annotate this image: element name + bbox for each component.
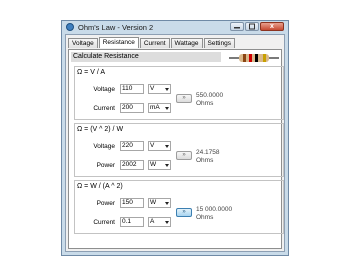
current-unit-value: mA (150, 104, 160, 111)
close-icon: x (270, 23, 274, 30)
result-value: 24.1758 (196, 149, 220, 156)
voltage-input[interactable]: 110 (120, 84, 144, 94)
resistor-icon (229, 54, 279, 62)
power-label: Power (96, 162, 115, 169)
resistor-band (249, 54, 252, 62)
chevron-down-icon (165, 88, 169, 91)
chevron-down-icon (165, 202, 169, 205)
chevron-down-icon (165, 107, 169, 110)
title-bar[interactable]: Ohm's Law - Version 2 x (62, 21, 288, 34)
current-input[interactable]: 200 (120, 103, 144, 113)
chevron-down-icon (165, 221, 169, 224)
tab-voltage[interactable]: Voltage (68, 38, 98, 48)
formula-label: Ω = W / (A ^ 2) (77, 183, 123, 190)
resistor-band (255, 54, 258, 62)
section-header-label: Calculate Resistance (73, 53, 139, 60)
app-icon (66, 23, 74, 31)
current-label: Current (93, 219, 115, 226)
power-unit-value: W (150, 161, 157, 168)
result-value: 550.0000 (196, 92, 224, 99)
calculate-button[interactable]: » (176, 94, 192, 103)
client-area: Voltage Resistance Current Wattage Setti… (65, 34, 285, 252)
group-w-over-a-squared: Ω = W / (A ^ 2) Power 150 W Current 0.1 … (74, 180, 284, 234)
power-unit-value: W (150, 199, 157, 206)
voltage-unit-value: V (150, 142, 155, 149)
tab-strip: Voltage Resistance Current Wattage Setti… (68, 37, 236, 49)
power-label: Power (96, 200, 115, 207)
power-input[interactable]: 150 (120, 198, 144, 208)
group-v-squared-over-w: Ω = (V ^ 2) / W Voltage 220 V Power 2002… (74, 123, 284, 177)
resistor-band (263, 54, 266, 62)
calculate-button[interactable]: » (176, 151, 192, 160)
section-header: Calculate Resistance (71, 52, 221, 62)
resistor-band (243, 54, 246, 62)
voltage-unit-value: V (150, 85, 155, 92)
voltage-unit-select[interactable]: V (148, 141, 171, 151)
result-unit: Ohms (196, 157, 214, 164)
result-value: 15 000.0000 (196, 206, 233, 213)
current-unit-select[interactable]: mA (148, 103, 171, 113)
voltage-input[interactable]: 220 (120, 141, 144, 151)
current-label: Current (93, 105, 115, 112)
formula-label: Ω = (V ^ 2) / W (77, 126, 124, 133)
calculate-button[interactable]: » (176, 208, 192, 217)
power-unit-select[interactable]: W (148, 198, 171, 208)
result-unit: Ohms (196, 214, 214, 221)
tab-wattage[interactable]: Wattage (170, 38, 203, 48)
maximize-icon (249, 23, 255, 30)
tab-resistance[interactable]: Resistance (98, 37, 139, 48)
chevron-down-icon (165, 145, 169, 148)
chevron-down-icon (165, 164, 169, 167)
current-unit-select[interactable]: A (148, 217, 171, 227)
tab-settings[interactable]: Settings (203, 38, 235, 48)
result-unit: Ohms (196, 100, 214, 107)
formula-label: Ω = V / A (77, 69, 105, 76)
app-window: Ohm's Law - Version 2 x Voltage Resistan… (61, 20, 289, 256)
resistance-panel: Calculate Resistance Ω = V / A Voltage 1… (68, 49, 284, 249)
group-v-over-a: Ω = V / A Voltage 110 V Current 200 mA »… (74, 66, 284, 120)
current-unit-value: A (150, 218, 155, 225)
maximize-button[interactable] (245, 22, 259, 31)
window-title: Ohm's Law - Version 2 (78, 23, 154, 32)
minimize-button[interactable] (230, 22, 244, 31)
power-unit-select[interactable]: W (148, 160, 171, 170)
current-input[interactable]: 0.1 (120, 217, 144, 227)
power-input[interactable]: 2002 (120, 160, 144, 170)
tab-current[interactable]: Current (139, 38, 170, 48)
voltage-unit-select[interactable]: V (148, 84, 171, 94)
minimize-icon (234, 27, 240, 29)
voltage-label: Voltage (93, 86, 115, 93)
close-button[interactable]: x (260, 22, 284, 31)
voltage-label: Voltage (93, 143, 115, 150)
